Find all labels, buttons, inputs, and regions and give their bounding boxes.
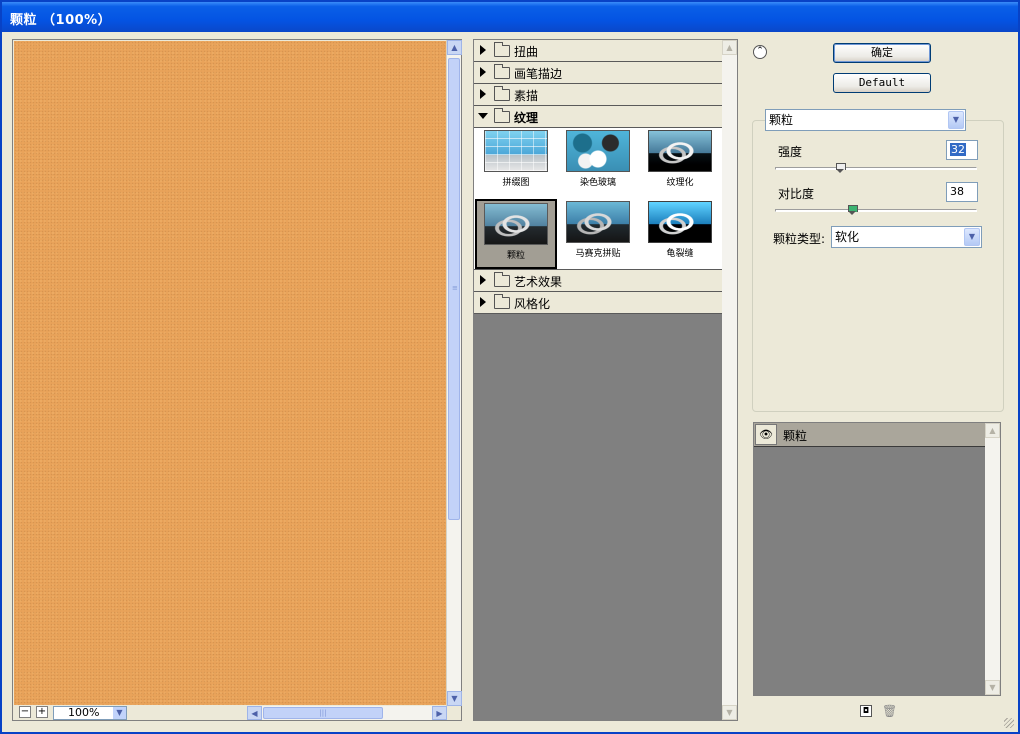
folder-icon [494,86,510,101]
scroll-thumb-horizontal[interactable]: ||| [263,707,383,719]
scroll-right-button[interactable]: ▶ [432,706,447,720]
contrast-input[interactable]: 38 [946,182,978,202]
category-brush-strokes[interactable]: 画笔描边 [474,62,722,84]
trash-icon[interactable]: 🗑 [882,704,897,718]
intensity-value: 32 [950,143,966,156]
thumb-grain[interactable]: 颗粒 [475,199,557,269]
collapse-arrow-icon [478,113,488,119]
thumb-mosaic-tiles[interactable]: 马赛克拼贴 [557,199,639,269]
eye-icon[interactable]: 👁 [755,424,777,445]
category-texture[interactable]: 纹理 [474,106,722,128]
category-label: 艺术效果 [514,275,563,289]
expand-arrow-icon [480,297,486,307]
new-effect-layer-icon[interactable]: ◘ [860,705,872,717]
thumb-patchwork[interactable]: 拼缀图 [475,128,557,198]
collapse-gallery-button[interactable]: ⌃ [753,45,767,59]
grain-type-value: 软化 [835,230,860,244]
chevron-down-icon: ▼ [964,228,980,246]
contrast-label: 对比度 [778,187,815,201]
scroll-up-button[interactable]: ▲ [447,40,462,55]
expand-arrow-icon [480,67,486,77]
layers-vertical-scrollbar[interactable]: ▲ ▼ [985,423,1000,695]
preview-image[interactable] [14,41,447,705]
thumbnail-caption: 马赛克拼贴 [575,249,621,259]
thumbnail-caption: 纹理化 [666,178,694,188]
slider-thumb[interactable] [848,205,858,215]
thumbnail-image [648,130,712,172]
thumbnail-image [566,201,630,243]
category-label: 风格化 [514,297,551,311]
filter-select-value: 颗粒 [769,113,794,127]
effect-layer-row[interactable]: 👁 颗粒 [754,423,985,447]
scroll-down-button[interactable]: ▼ [985,680,1000,695]
folder-icon [494,294,510,309]
category-label: 画笔描边 [514,67,563,81]
thumb-craquelure[interactable]: 龟裂缝 [639,199,721,269]
category-artistic[interactable]: 艺术效果 [474,270,722,292]
grain-type-label: 颗粒类型: [773,232,826,246]
filter-select[interactable]: 颗粒 ▼ [765,109,966,131]
preview-vertical-scrollbar[interactable]: ▲ ≡ ▼ [446,40,462,706]
folder-icon [494,272,510,287]
thumb-stained-glass[interactable]: 染色玻璃 [557,128,639,198]
expand-arrow-icon [480,275,486,285]
category-label: 扭曲 [514,45,539,59]
filter-settings-group [752,120,1004,412]
zoom-value: 100% [68,706,100,719]
scroll-up-button[interactable]: ▲ [722,40,737,55]
intensity-input[interactable]: 32 [946,140,978,160]
gallery-vertical-scrollbar[interactable]: ▲ ▼ [722,40,737,720]
texture-thumbnails: 拼缀图 染色玻璃 纹理化 颗粒 马赛克拼贴 龟裂缝 [474,128,722,270]
filter-gallery-list: 扭曲 画笔描边 素描 纹理 拼缀图 染色玻璃 纹理化 颗粒 马赛克拼贴 龟裂缝 … [473,39,738,721]
default-button[interactable]: Default [833,73,931,93]
intensity-slider[interactable] [775,163,977,173]
contrast-slider[interactable] [775,205,977,215]
thumbnail-image [484,203,548,245]
thumbnail-image [566,130,630,172]
resize-grip-icon[interactable] [1004,718,1014,728]
thumbnail-image [648,201,712,243]
folder-icon [494,42,510,57]
expand-arrow-icon [480,89,486,99]
title-bar[interactable]: 颗粒 （100%） [2,2,1018,32]
category-stylize[interactable]: 风格化 [474,292,722,314]
thumb-texturizer[interactable]: 纹理化 [639,128,721,198]
filter-gallery-window: 颗粒 （100%） ▲ ≡ ▼ − + 100% ▼ ◀ ||| ▶ 扭曲 画笔… [0,0,1020,734]
scroll-up-button[interactable]: ▲ [985,423,1000,438]
contrast-value: 38 [950,185,964,198]
zoom-select[interactable]: 100% ▼ [53,706,127,720]
category-distort[interactable]: 扭曲 [474,40,722,62]
thumbnail-caption: 龟裂缝 [666,249,694,259]
zoom-bar: − + 100% ▼ ◀ ||| ▶ [13,706,461,720]
effect-layers-panel: 👁 颗粒 ▲ ▼ [753,422,1001,696]
chevron-down-icon: ▼ [948,111,964,129]
scroll-down-button[interactable]: ▼ [447,691,462,706]
thumbnail-caption: 颗粒 [506,251,525,261]
thumbnail-image [484,130,548,172]
ok-button[interactable]: 确定 [833,43,931,63]
zoom-in-button[interactable]: + [36,706,48,718]
zoom-out-button[interactable]: − [19,706,31,718]
layer-name: 颗粒 [783,429,808,443]
chevron-down-icon: ▼ [113,707,126,719]
scroll-grip-icon: ≡ [452,284,458,292]
intensity-label: 强度 [778,145,803,159]
grain-type-select[interactable]: 软化 ▼ [831,226,982,248]
scroll-thumb[interactable]: ≡ [448,58,460,520]
expand-arrow-icon [480,45,486,55]
preview-panel: ▲ ≡ ▼ − + 100% ▼ ◀ ||| ▶ [12,39,462,721]
thumbnail-caption: 拼缀图 [502,178,530,188]
slider-thumb[interactable] [836,163,846,173]
folder-icon [494,64,510,79]
category-label: 素描 [514,89,539,103]
category-label: 纹理 [514,111,539,125]
thumbnail-caption: 染色玻璃 [579,178,616,188]
folder-open-icon [494,108,510,123]
category-sketch[interactable]: 素描 [474,84,722,106]
scroll-left-button[interactable]: ◀ [247,706,262,720]
category-list: 扭曲 画笔描边 素描 纹理 拼缀图 染色玻璃 纹理化 颗粒 马赛克拼贴 龟裂缝 … [474,40,722,314]
preview-horizontal-scrollbar[interactable]: ◀ ||| ▶ [247,706,447,720]
window-title: 颗粒 （100%） [10,13,112,28]
scroll-down-button[interactable]: ▼ [722,705,737,720]
